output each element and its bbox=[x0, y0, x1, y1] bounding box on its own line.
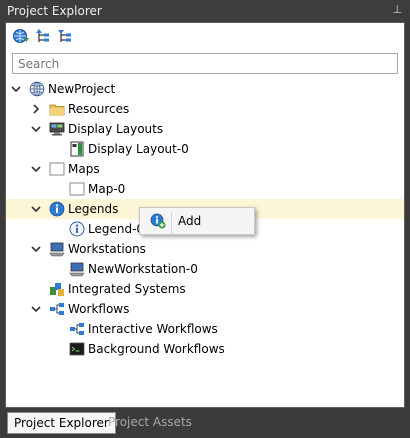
tree-item-map-0[interactable]: Map-0 bbox=[6, 179, 404, 199]
search-input[interactable] bbox=[12, 53, 398, 74]
tab-project-explorer[interactable]: Project Explorer bbox=[7, 412, 116, 434]
panel-titlebar: Project Explorer ⊥ bbox=[0, 0, 410, 22]
tab-project-assets[interactable]: Project Assets bbox=[102, 412, 198, 434]
tree-item-newworkstation-0[interactable]: NewWorkstation-0 bbox=[6, 259, 404, 279]
tree-item-label: Interactive Workflows bbox=[88, 322, 218, 336]
project-explorer-panel: Project Explorer ⊥ Search NewProject Res… bbox=[0, 0, 410, 438]
collapse-tree-icon[interactable] bbox=[34, 27, 52, 45]
chevron-right-icon[interactable] bbox=[30, 102, 42, 116]
workstation-icon bbox=[69, 261, 85, 277]
chevron-down-icon[interactable] bbox=[30, 202, 42, 216]
tree-item-newproject[interactable]: NewProject bbox=[6, 79, 404, 99]
display-layouts-icon bbox=[49, 121, 65, 137]
expand-tree-icon[interactable] bbox=[56, 27, 74, 45]
legend-icon bbox=[69, 221, 85, 237]
chevron-down-icon[interactable] bbox=[30, 302, 42, 316]
chevron-down-icon[interactable] bbox=[30, 242, 42, 256]
tree-item-background-workflows[interactable]: Background Workflows bbox=[6, 339, 404, 359]
tree-item-label: Display Layouts bbox=[68, 122, 164, 136]
tree-item-label: Integrated Systems bbox=[68, 282, 186, 296]
tree-item-resources[interactable]: Resources bbox=[6, 99, 404, 119]
tree-item-label: Workstations bbox=[68, 242, 146, 256]
context-menu: Add bbox=[139, 207, 255, 235]
context-menu-add[interactable]: Add bbox=[144, 210, 250, 234]
tree-item-label: Legends bbox=[68, 202, 119, 216]
menu-separator bbox=[171, 212, 172, 234]
bottom-tabs: Project Explorer Project Assets bbox=[0, 410, 410, 438]
tree-item-label: Legend-0 bbox=[88, 222, 145, 236]
globe-icon bbox=[29, 81, 45, 97]
tree-item-label: Map-0 bbox=[88, 182, 126, 196]
add-legend-icon bbox=[150, 213, 166, 229]
terminal-icon bbox=[69, 341, 85, 357]
chevron-down-icon[interactable] bbox=[30, 162, 42, 176]
chevron-down-icon[interactable] bbox=[30, 122, 42, 136]
tree-item-integrated-systems[interactable]: Integrated Systems bbox=[6, 279, 404, 299]
tree-item-maps[interactable]: Maps bbox=[6, 159, 404, 179]
chevron-down-icon[interactable] bbox=[10, 82, 22, 96]
display-layout-icon bbox=[69, 141, 85, 157]
tree-item-workstations[interactable]: Workstations bbox=[6, 239, 404, 259]
tree-item-display-layouts[interactable]: Display Layouts bbox=[6, 119, 404, 139]
pin-icon[interactable]: ⊥ bbox=[392, 3, 402, 16]
tree-item-label: Background Workflows bbox=[88, 342, 225, 356]
explorer-toolbar bbox=[6, 23, 404, 49]
tree-item-label: Display Layout-0 bbox=[88, 142, 189, 156]
context-menu-add-label: Add bbox=[178, 214, 202, 228]
workstations-icon bbox=[49, 241, 65, 257]
tree-item-label: Maps bbox=[68, 162, 100, 176]
tree-item-display-layout-0[interactable]: Display Layout-0 bbox=[6, 139, 404, 159]
tree-item-label: Resources bbox=[68, 102, 130, 116]
info-icon bbox=[49, 201, 65, 217]
folder-icon bbox=[49, 101, 65, 117]
refresh-globe-icon[interactable] bbox=[12, 27, 30, 45]
panel-title: Project Explorer bbox=[7, 4, 102, 18]
tree-item-label: Workflows bbox=[68, 302, 130, 316]
interactive-workflow-icon bbox=[69, 321, 85, 337]
integrated-systems-icon bbox=[49, 281, 65, 297]
tree-item-label: NewProject bbox=[48, 82, 116, 96]
workflows-icon bbox=[49, 301, 65, 317]
maps-icon bbox=[49, 161, 65, 177]
tree-item-workflows[interactable]: Workflows bbox=[6, 299, 404, 319]
map-icon bbox=[69, 181, 85, 197]
tree-item-label: NewWorkstation-0 bbox=[88, 262, 198, 276]
tree-item-interactive-workflows[interactable]: Interactive Workflows bbox=[6, 319, 404, 339]
